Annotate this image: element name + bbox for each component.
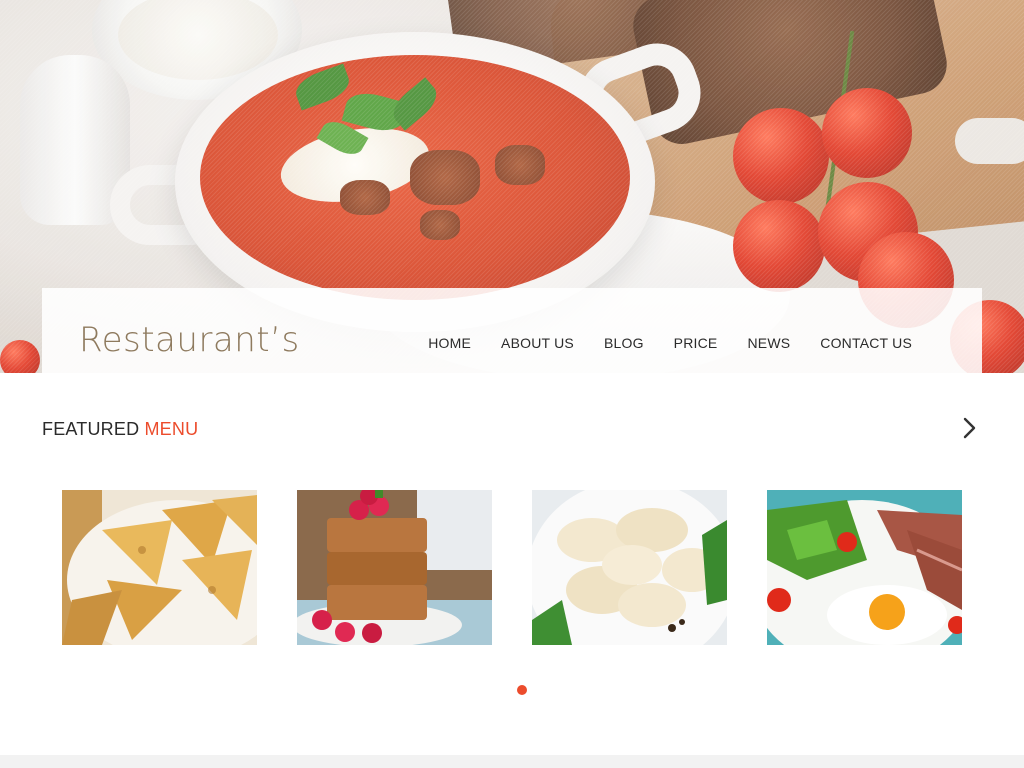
nav-news[interactable]: NEWS (747, 335, 790, 351)
menu-card-steak-egg-salad[interactable] (767, 490, 962, 645)
nav-contact-us[interactable]: CONTACT US (820, 335, 912, 351)
crepes-photo (62, 490, 257, 645)
raspberry-cake-photo (297, 490, 492, 645)
nav-price[interactable]: PRICE (674, 335, 718, 351)
site-logo[interactable]: Restaurant’s (79, 320, 300, 360)
menu-card-crepes[interactable] (62, 490, 257, 645)
featured-title-accent: MENU (144, 419, 199, 439)
nav-home[interactable]: HOME (428, 335, 471, 351)
main-nav: HOME ABOUT US BLOG PRICE NEWS CONTACT US (428, 335, 912, 351)
nav-about-us[interactable]: ABOUT US (501, 335, 574, 351)
carousel-dot-active[interactable] (517, 685, 527, 695)
featured-title-main: FEATURED (42, 419, 140, 439)
menu-card-raspberry-cake[interactable] (297, 490, 492, 645)
header-bar: Restaurant’s HOME ABOUT US BLOG PRICE NE… (42, 288, 982, 373)
steak-egg-salad-photo (767, 490, 962, 645)
featured-menu-heading: FEATURED MENU (42, 419, 198, 440)
nav-blog[interactable]: BLOG (604, 335, 644, 351)
dumplings-photo (532, 490, 727, 645)
footer-strip (0, 755, 1024, 768)
menu-card-dumplings[interactable] (532, 490, 727, 645)
chevron-right-icon[interactable] (957, 416, 981, 440)
